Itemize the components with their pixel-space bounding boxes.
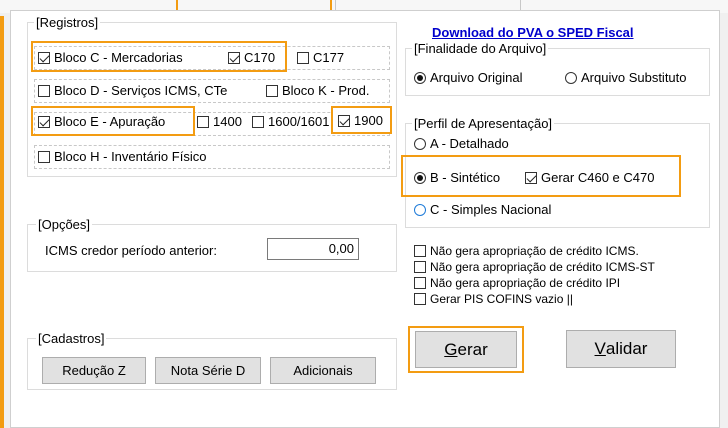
checkbox-icon — [228, 52, 240, 64]
perfil-b-label: B - Sintético — [430, 170, 501, 185]
nao-icms-label: Não gera apropriação de crédito ICMS. — [430, 244, 639, 258]
nao-ipi-label: Não gera apropriação de crédito IPI — [430, 276, 621, 290]
checkbox-icon — [525, 172, 537, 184]
radio-icon — [414, 172, 426, 184]
bloco-h-label: Bloco H - Inventário Físico — [54, 149, 207, 164]
r1900-checkbox[interactable]: 1900 — [338, 113, 383, 129]
c177-checkbox[interactable]: C177 — [297, 50, 344, 66]
bloco-c-label: Bloco C - Mercadorias — [54, 50, 183, 65]
checkbox-icon — [38, 151, 50, 163]
r1900-label: 1900 — [354, 113, 383, 128]
r1400-checkbox[interactable]: 1400 — [197, 114, 242, 130]
checkbox-icon — [38, 116, 50, 128]
radio-icon — [414, 138, 426, 150]
bloco-k-checkbox[interactable]: Bloco K - Prod. — [266, 83, 369, 99]
cadastros-title: [Cadastros] — [36, 331, 107, 346]
nao-icms-st-checkbox[interactable]: Não gera apropriação de crédito ICMS-ST — [414, 259, 655, 275]
r1600-checkbox[interactable]: 1600/1601 — [252, 114, 334, 130]
arquivo-original-label: Arquivo Original — [430, 70, 523, 85]
gerar-label: erar — [457, 339, 488, 359]
perfil-c-radio[interactable]: C - Simples Nacional — [414, 202, 551, 218]
checkbox-icon — [197, 116, 209, 128]
checkbox-icon — [414, 293, 426, 305]
radio-icon — [565, 72, 577, 84]
c170-checkbox[interactable]: C170 — [228, 50, 275, 66]
registros-title: [Registros] — [34, 15, 101, 30]
pis-cofins-label: Gerar PIS COFINS vazio || — [430, 292, 573, 306]
nao-ipi-checkbox[interactable]: Não gera apropriação de crédito IPI — [414, 275, 620, 291]
nota-serie-d-button[interactable]: Nota Série D — [155, 357, 261, 384]
validar-label: alidar — [605, 339, 648, 358]
reducao-z-button[interactable]: Redução Z — [42, 357, 146, 384]
gerar-button[interactable]: Gerar — [415, 331, 517, 368]
checkbox-icon — [266, 85, 278, 97]
bloco-d-checkbox[interactable]: Bloco D - Serviços ICMS, CTe — [38, 83, 227, 99]
perfil-b-radio[interactable]: B - Sintético — [414, 170, 500, 186]
checkbox-icon — [414, 277, 426, 289]
perfil-c-label: C - Simples Nacional — [430, 202, 552, 217]
bloco-e-label: Bloco E - Apuração — [54, 114, 166, 129]
perfil-a-radio[interactable]: A - Detalhado — [414, 136, 509, 152]
validar-mnemonic: V — [594, 339, 606, 358]
bloco-k-label: Bloco K - Prod. — [282, 83, 370, 98]
r1600-label: 1600/1601 — [268, 114, 330, 129]
adicionais-button[interactable]: Adicionais — [270, 357, 376, 384]
checkbox-icon — [38, 85, 50, 97]
bloco-c-checkbox[interactable]: Bloco C - Mercadorias — [38, 50, 183, 66]
arquivo-original-radio[interactable]: Arquivo Original — [414, 70, 523, 86]
nao-icms-checkbox[interactable]: Não gera apropriação de crédito ICMS. — [414, 243, 639, 259]
validar-button[interactable]: Validar — [566, 330, 676, 368]
bloco-h-checkbox[interactable]: Bloco H - Inventário Físico — [38, 149, 206, 165]
bloco-e-checkbox[interactable]: Bloco E - Apuração — [38, 114, 165, 130]
gerar-c460-label: Gerar C460 e C470 — [541, 170, 655, 185]
checkbox-icon — [338, 115, 350, 127]
icms-credor-input[interactable]: 0,00 — [267, 238, 359, 260]
nao-icms-st-label: Não gera apropriação de crédito ICMS-ST — [430, 260, 655, 274]
perfil-title: [Perfil de Apresentação] — [412, 116, 555, 131]
gerar-mnemonic: G — [444, 339, 458, 359]
arquivo-substituto-label: Arquivo Substituto — [581, 70, 687, 85]
radio-icon — [414, 204, 426, 216]
radio-icon — [414, 72, 426, 84]
arquivo-substituto-radio[interactable]: Arquivo Substituto — [565, 70, 687, 86]
checkbox-icon — [414, 261, 426, 273]
c177-label: C177 — [313, 50, 345, 65]
bloco-d-label: Bloco D - Serviços ICMS, CTe — [54, 83, 228, 98]
checkbox-icon — [38, 52, 50, 64]
pis-cofins-checkbox[interactable]: Gerar PIS COFINS vazio || — [414, 291, 573, 307]
checkbox-icon — [414, 245, 426, 257]
download-pva-link[interactable]: Download do PVA o SPED Fiscal — [432, 25, 634, 40]
r1400-label: 1400 — [213, 114, 242, 129]
perfil-a-label: A - Detalhado — [430, 136, 509, 151]
checkbox-icon — [297, 52, 309, 64]
finalidade-title: [Finalidade do Arquivo] — [412, 41, 549, 56]
checkbox-icon — [252, 116, 264, 128]
left-edge-highlight — [0, 16, 4, 428]
opcoes-title: [Opções] — [36, 217, 93, 232]
gerar-c460-checkbox[interactable]: Gerar C460 e C470 — [525, 170, 654, 186]
icms-credor-label: ICMS credor período anterior: — [45, 243, 217, 258]
c170-label: C170 — [244, 50, 276, 65]
